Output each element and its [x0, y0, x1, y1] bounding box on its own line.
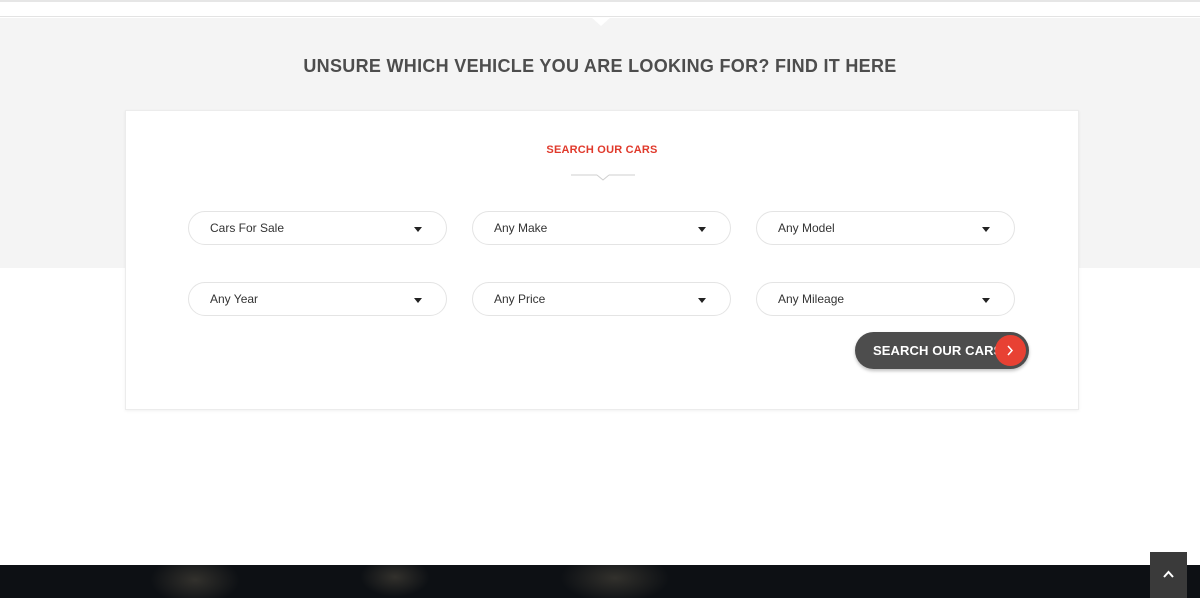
model-select[interactable]: Any Model [756, 211, 1015, 245]
mileage-select-value: Any Mileage [778, 292, 845, 306]
footer-light-spot [360, 565, 430, 597]
mileage-select[interactable]: Any Mileage [756, 282, 1015, 316]
caret-down-icon [698, 298, 706, 303]
caret-down-icon [982, 298, 990, 303]
caret-down-icon [414, 298, 422, 303]
caret-down-icon [698, 227, 706, 232]
section-heading: UNSURE WHICH VEHICLE YOU ARE LOOKING FOR… [303, 56, 897, 76]
model-select-value: Any Model [778, 221, 835, 235]
section-notch [591, 17, 611, 26]
search-card-title: SEARCH OUR CARS [546, 144, 658, 156]
caret-down-icon [414, 227, 422, 232]
top-bar [0, 0, 1200, 17]
year-select-value: Any Year [210, 292, 259, 306]
year-select[interactable]: Any Year [188, 282, 447, 316]
search-card: SEARCH OUR CARS Cars For Sale Any Make A… [125, 110, 1079, 410]
scroll-to-top-button[interactable] [1150, 552, 1187, 598]
listing-type-select[interactable]: Cars For Sale [188, 211, 447, 245]
footer-light-spot [150, 565, 240, 598]
chevron-up-icon [1163, 570, 1174, 578]
footer-hero-image [0, 565, 1200, 598]
listing-type-select-value: Cars For Sale [210, 221, 285, 235]
price-select[interactable]: Any Price [472, 282, 731, 316]
search-cars-button-label: SEARCH OUR CARS [873, 343, 1003, 358]
search-cars-button[interactable]: SEARCH OUR CARS [855, 332, 1029, 369]
footer-light-spot [560, 565, 670, 598]
title-divider [571, 174, 635, 181]
make-select[interactable]: Any Make [472, 211, 731, 245]
make-select-value: Any Make [494, 221, 548, 235]
price-select-value: Any Price [494, 292, 546, 306]
chevron-right-icon [995, 335, 1026, 366]
caret-down-icon [982, 227, 990, 232]
